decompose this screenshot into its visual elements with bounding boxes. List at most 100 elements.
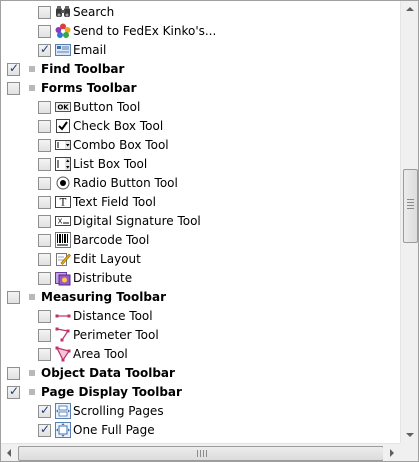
- grip-line: [407, 205, 414, 206]
- ok-button-icon: OK: [55, 99, 71, 115]
- distribute-icon: [55, 270, 71, 286]
- grip-line: [200, 450, 201, 457]
- horizontal-scroll-thumb[interactable]: [18, 446, 384, 461]
- arrow-left-icon: [7, 449, 11, 457]
- tree-item-checkbox[interactable]: ✓: [38, 42, 51, 57]
- arrow-down-icon: [406, 433, 414, 437]
- tree-item[interactable]: ✓ Edit Layout: [1, 250, 400, 269]
- scroll-left-button[interactable]: [1, 444, 18, 461]
- tree-item[interactable]: ✓ One Full Page: [1, 421, 400, 440]
- tree-node-marker: [29, 370, 35, 376]
- tree-item-checkbox[interactable]: ✓: [38, 329, 51, 342]
- svg-text:OK: OK: [57, 104, 69, 112]
- tree-item[interactable]: ✓ List Box Tool: [1, 155, 400, 174]
- tree-item[interactable]: ✓ Distribute: [1, 269, 400, 288]
- list-box-icon: [55, 156, 71, 172]
- tree-item-checkbox[interactable]: ✓: [38, 120, 51, 133]
- tree-item-checkbox[interactable]: ✓: [38, 25, 51, 38]
- horizontal-scrollbar[interactable]: [1, 443, 400, 461]
- tree-item-checkbox[interactable]: ✓: [38, 272, 51, 285]
- tree-item-checkbox[interactable]: ✓: [7, 61, 20, 76]
- radio-button-icon: [55, 175, 71, 191]
- email-icon: [55, 42, 71, 58]
- tree-item[interactable]: ✓ Forms Toolbar: [1, 79, 400, 98]
- tree-item-checkbox[interactable]: ✓: [38, 253, 51, 266]
- checkmark-icon: ✓: [40, 422, 51, 436]
- tree-item-label: Search: [73, 5, 115, 19]
- grip-line: [407, 199, 414, 200]
- scroll-right-button[interactable]: [383, 444, 400, 461]
- tree-item[interactable]: ✓ X Digital Signature Tool: [1, 212, 400, 231]
- tree-item-label: Email: [73, 43, 107, 57]
- tree-item[interactable]: ✓ Barcode Tool: [1, 231, 400, 250]
- tree-item[interactable]: ✓ Combo Box Tool: [1, 136, 400, 155]
- tree-item-label: Find Toolbar: [41, 62, 125, 76]
- svg-text:X: X: [58, 218, 63, 226]
- vertical-scroll-thumb[interactable]: [403, 169, 418, 243]
- tree-item[interactable]: ✓ Page Display Toolbar: [1, 383, 400, 402]
- grip-line: [407, 208, 414, 209]
- tree-item[interactable]: ✓ T Text Field Tool: [1, 193, 400, 212]
- scroll-down-button[interactable]: [401, 426, 418, 443]
- vertical-scrollbar[interactable]: [400, 1, 418, 443]
- tree-item-label: Forms Toolbar: [41, 81, 137, 95]
- tree-item[interactable]: ✓ Scrolling Pages: [1, 402, 400, 421]
- tree-item-label: Object Data Toolbar: [41, 366, 175, 380]
- tree-item[interactable]: ✓ Area Tool: [1, 345, 400, 364]
- tree-item-label: Perimeter Tool: [73, 328, 159, 342]
- one-full-page-icon: [55, 422, 71, 438]
- tree-item[interactable]: ✓ Send to FedEx Kinko's...: [1, 22, 400, 41]
- tree-node-marker: [29, 294, 35, 300]
- tree-item[interactable]: ✓ Measuring Toolbar: [1, 288, 400, 307]
- tree-item-label: Distance Tool: [73, 309, 153, 323]
- tree-item[interactable]: ✓ Distance Tool: [1, 307, 400, 326]
- barcode-icon: [55, 232, 71, 248]
- tree-item-checkbox[interactable]: ✓: [38, 177, 51, 190]
- perimeter-icon: [55, 327, 71, 343]
- digital-signature-icon: X: [55, 213, 71, 229]
- tree-item-checkbox[interactable]: ✓: [38, 422, 51, 437]
- tree-item-checkbox[interactable]: ✓: [38, 101, 51, 114]
- tree-item[interactable]: ✓ Check Box Tool: [1, 117, 400, 136]
- tree-item-label: Measuring Toolbar: [41, 290, 167, 304]
- text-field-icon: T: [55, 194, 71, 210]
- tree-item-checkbox[interactable]: ✓: [7, 82, 20, 95]
- tree-item[interactable]: ✓ Find Toolbar: [1, 60, 400, 79]
- tree-item-checkbox[interactable]: ✓: [38, 215, 51, 228]
- tree-item-label: Scrolling Pages: [73, 404, 164, 418]
- tree-item-label: Digital Signature Tool: [73, 214, 201, 228]
- checkmark-icon: ✓: [40, 403, 51, 417]
- binoculars-icon: [55, 4, 71, 20]
- tree-item-checkbox[interactable]: ✓: [7, 291, 20, 304]
- tree-item-checkbox[interactable]: ✓: [38, 348, 51, 361]
- tree-item[interactable]: ✓ Search: [1, 3, 400, 22]
- tree-item-checkbox[interactable]: ✓: [7, 367, 20, 380]
- grip-line: [203, 450, 204, 457]
- grip-line: [206, 450, 207, 457]
- combo-box-icon: [55, 137, 71, 153]
- tree-node-marker: [29, 85, 35, 91]
- tree-item[interactable]: ✓ Perimeter Tool: [1, 326, 400, 345]
- toolbar-tree: ✓ Search ✓ Send to FedEx Kinko's... ✓ Email ✓ F…: [1, 1, 400, 443]
- toolbar-tree-panel: ✓ Search ✓ Send to FedEx Kinko's... ✓ Email ✓ F…: [0, 0, 419, 462]
- tree-item-label: Check Box Tool: [73, 119, 164, 133]
- tree-item[interactable]: ✓ Radio Button Tool: [1, 174, 400, 193]
- tree-item-checkbox[interactable]: ✓: [38, 234, 51, 247]
- scroll-up-button[interactable]: [401, 1, 418, 18]
- tree-item-checkbox[interactable]: ✓: [38, 196, 51, 209]
- tree-item-checkbox[interactable]: ✓: [38, 403, 51, 418]
- tree-item-label: Area Tool: [73, 347, 128, 361]
- tree-item-checkbox[interactable]: ✓: [7, 384, 20, 399]
- tree-item-label: One Full Page: [73, 423, 155, 437]
- grip-line: [197, 450, 198, 457]
- checkmark-icon: ✓: [9, 61, 20, 75]
- tree-item[interactable]: ✓ Object Data Toolbar: [1, 364, 400, 383]
- tree-item[interactable]: ✓ OK Button Tool: [1, 98, 400, 117]
- tree-item[interactable]: ✓ Email: [1, 41, 400, 60]
- tree-item-checkbox[interactable]: ✓: [38, 6, 51, 19]
- tree-item-checkbox[interactable]: ✓: [38, 310, 51, 323]
- checkmark-icon: ✓: [9, 384, 20, 398]
- tree-item-checkbox[interactable]: ✓: [38, 139, 51, 152]
- tree-item-checkbox[interactable]: ✓: [38, 158, 51, 171]
- svg-text:T: T: [60, 198, 67, 209]
